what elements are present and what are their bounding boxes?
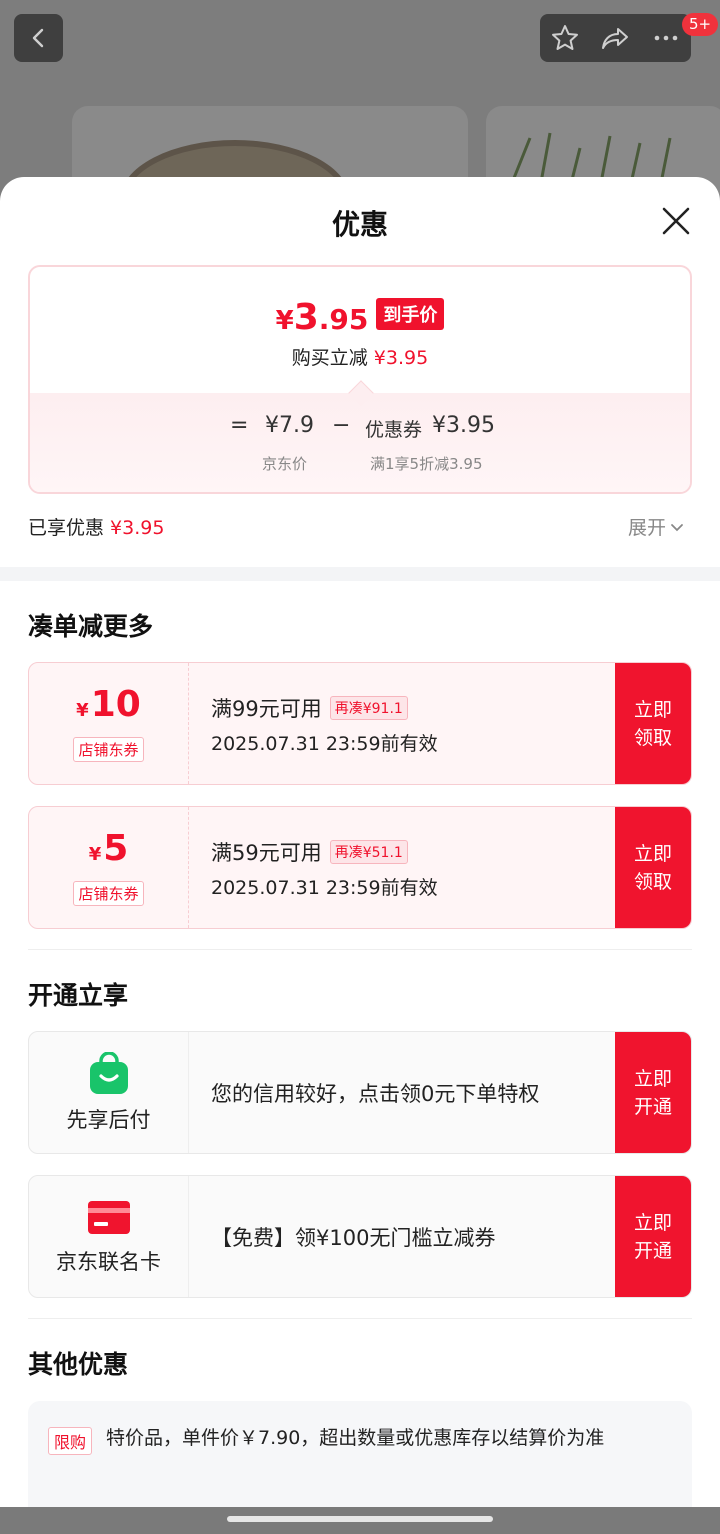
coupon-condition: 满99元可用 [211,697,322,721]
service-name: 先享后付 [66,1107,151,1132]
coupon-label: 优惠券 [365,419,423,441]
service-description: 您的信用较好，点击领0元下单特权 [211,1081,540,1106]
coupon-condition: 满59元可用 [211,841,322,865]
price-breakdown-box: ¥3.95 到手价 购买立减 ¥3.95 = ¥7.9 − 优惠券 ¥3.95 京… [28,265,692,494]
coupon-type-tag: 店铺东券 [73,881,144,906]
jd-price-caption: 京东价 [262,455,308,473]
other-discount-text: 特价品，单件价￥7.90，超出数量或优惠库存以结算价为准 [106,1427,605,1449]
coupon-info: 满99元可用 再凑¥91.1 2025.07.31 23:59前有效 [211,693,438,756]
section-title-more: 凑单减更多 [28,612,154,641]
coupon-amount-area: ¥10 店铺东券 [29,663,189,784]
reduce-row: 购买立减 ¥3.95 [291,347,429,369]
coupon-amount-area: ¥5 店铺东券 [29,807,189,928]
service-name: 京东联名卡 [56,1249,161,1274]
coupon-info: 满59元可用 再凑¥51.1 2025.07.31 23:59前有效 [211,837,438,900]
section-divider [0,567,720,581]
coupon-value: ¥3.95 [432,413,495,438]
home-indicator[interactable] [227,1516,493,1522]
final-price: ¥3.95 [275,297,369,338]
discount-sheet: 优惠 ¥3.95 到手价 购买立减 ¥3.95 = ¥7.9 − 优惠券 ¥3.9… [0,177,720,1507]
message-badge: 5+ [682,13,719,36]
credit-card-icon [87,1200,130,1234]
service-brand: 京东联名卡 [29,1176,189,1297]
more-icon[interactable] [651,23,681,53]
formula-minus: − [332,413,351,438]
service-brand: 先享后付 [29,1032,189,1153]
price-formula-area [30,393,690,492]
shopping-bag-icon [89,1051,128,1094]
claim-coupon-button[interactable]: 立即领取 [615,807,691,928]
coupon-validity: 2025.07.31 23:59前有效 [211,877,438,899]
section-divider [28,1318,692,1319]
other-discount-card: 限购 特价品，单件价￥7.90，超出数量或优惠库存以结算价为准 [28,1401,692,1507]
top-actions [540,14,691,62]
coupon-card: ¥5 店铺东券 满59元可用 再凑¥51.1 2025.07.31 23:59前有… [28,806,692,929]
coupon-caption: 满1享5折减3.95 [370,455,483,473]
claim-coupon-button[interactable]: 立即领取 [615,663,691,784]
chevron-down-icon [671,523,683,531]
final-price-row: ¥3.95 到手价 [30,297,690,338]
coupon-amount: ¥5 [88,828,129,869]
service-card: 京东联名卡 【免费】领¥100无门槛立减券 立即开通 [28,1175,692,1298]
expand-label: 展开 [628,517,667,539]
formula-equals: = [230,413,249,438]
back-button[interactable] [14,14,63,62]
jd-price-value: ¥7.9 [265,413,314,438]
chevron-left-icon [32,28,43,48]
coupon-validity: 2025.07.31 23:59前有效 [211,733,438,755]
service-description: 【免费】领¥100无门槛立减券 [211,1225,496,1250]
coupon-type-tag: 店铺东券 [73,737,144,762]
section-title-other: 其他优惠 [28,1350,129,1379]
activate-button[interactable]: 立即开通 [615,1176,691,1297]
sheet-title: 优惠 [331,208,388,241]
close-icon[interactable] [660,205,692,237]
enjoyed-discount: 已享优惠 ¥3.95 [28,517,165,539]
expand-button[interactable]: 展开 [628,513,684,540]
service-card: 先享后付 您的信用较好，点击领0元下单特权 立即开通 [28,1031,692,1154]
final-price-tag: 到手价 [376,298,445,330]
section-divider [28,949,692,950]
coupon-card: ¥10 店铺东券 满99元可用 再凑¥91.1 2025.07.31 23:59前… [28,662,692,785]
section-title-open: 开通立享 [28,981,129,1010]
limit-tag: 限购 [48,1427,93,1455]
coupon-more-needed: 再凑¥91.1 [329,696,408,720]
star-icon[interactable] [550,23,580,53]
coupon-amount: ¥10 [76,684,141,725]
activate-button[interactable]: 立即开通 [615,1032,691,1153]
share-icon[interactable] [600,23,630,53]
coupon-more-needed: 再凑¥51.1 [329,840,408,864]
